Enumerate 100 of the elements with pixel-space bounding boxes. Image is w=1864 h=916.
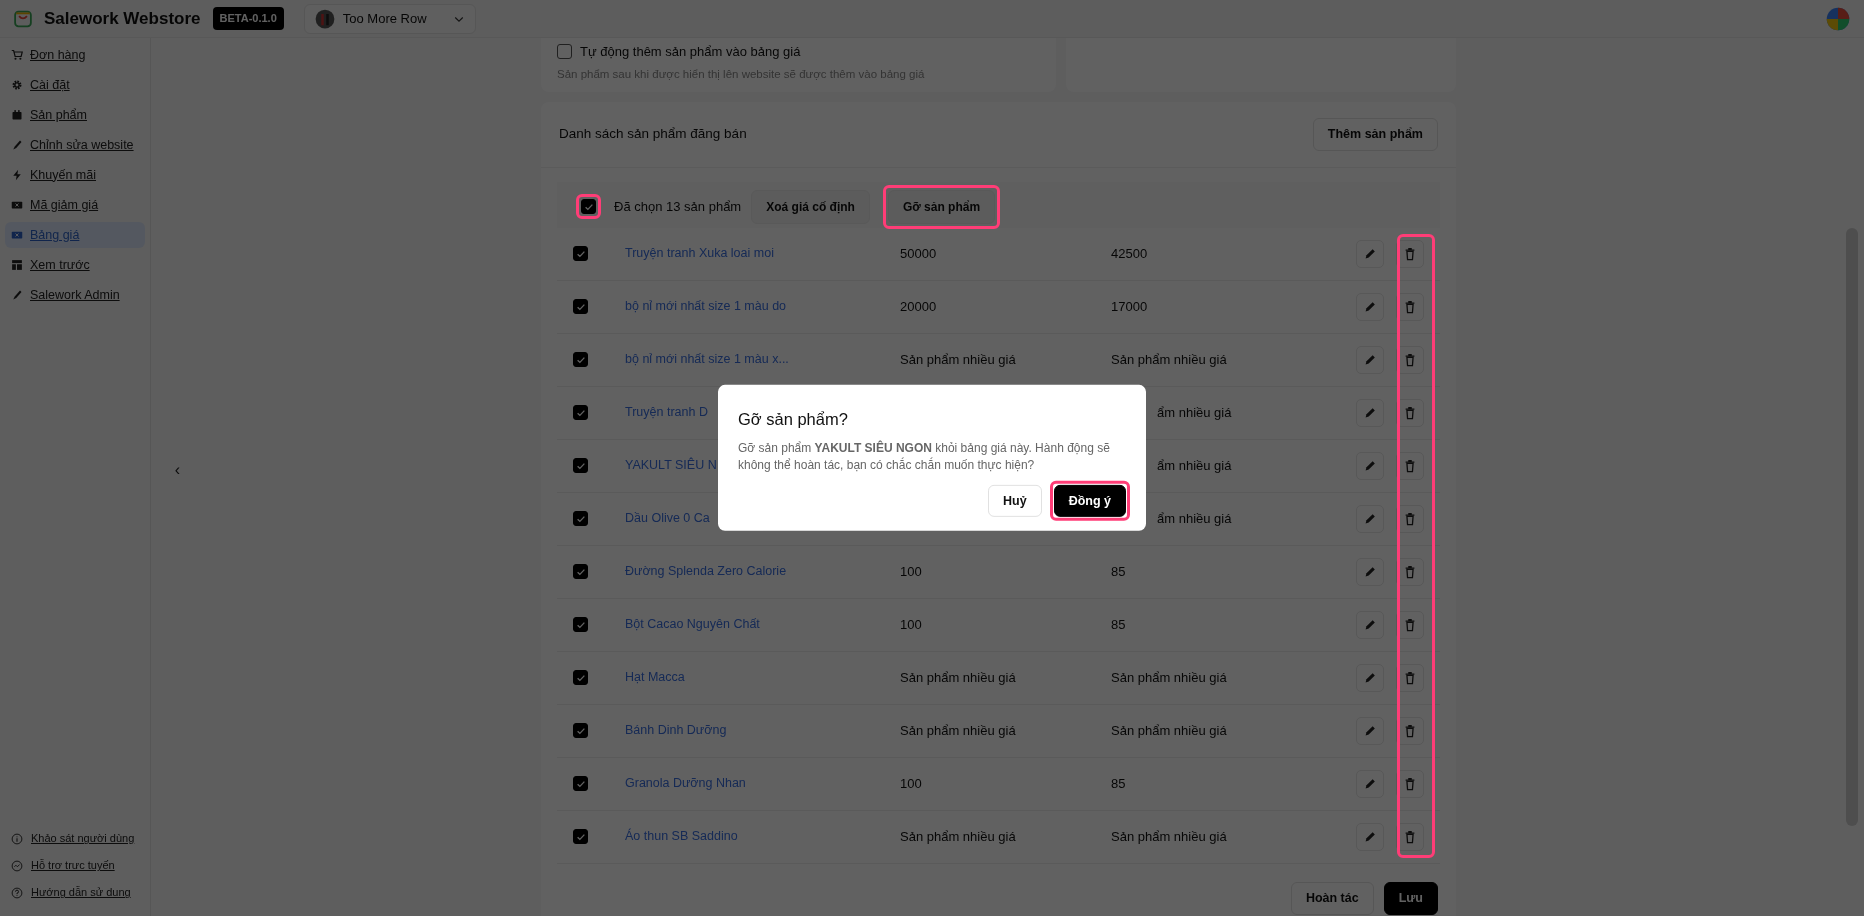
delete-button[interactable] — [1396, 557, 1424, 586]
checkbox[interactable] — [573, 776, 588, 792]
checkbox-label: Tự động thêm sản phẩm vào bảng giá — [580, 43, 801, 61]
product-link[interactable]: Bột Cacao Nguyên Chất — [625, 615, 760, 635]
trash-icon — [1403, 246, 1417, 261]
checkbox[interactable] — [573, 723, 588, 739]
store-avatar — [314, 8, 335, 29]
undo-button[interactable]: Hoàn tác — [1290, 881, 1374, 915]
version-badge: BETA-0.1.0 — [212, 7, 284, 30]
help-icon — [11, 886, 23, 899]
product-link[interactable]: Dầu Olive 0 Ca — [625, 509, 710, 529]
product-link[interactable]: Hạt Macca — [625, 668, 685, 688]
sidebar-item[interactable]: Chỉnh sửa website — [5, 132, 145, 158]
edit-button[interactable] — [1356, 239, 1384, 268]
info-icon — [11, 832, 23, 845]
store-selector[interactable]: Too More Row — [303, 3, 476, 34]
trash-icon — [1403, 511, 1417, 526]
calendar-icon — [11, 109, 23, 121]
bulk-action-button[interactable]: Xoá giá cố định — [751, 189, 870, 224]
trash-icon — [1403, 723, 1417, 738]
edit-button[interactable] — [1356, 769, 1384, 798]
delete-button[interactable] — [1396, 398, 1424, 427]
user-avatar[interactable] — [1826, 6, 1850, 31]
edit-button[interactable] — [1356, 345, 1384, 374]
lightning-icon — [11, 169, 23, 181]
bulk-action-button[interactable]: Gỡ sản phẩm — [887, 189, 996, 224]
table-cell-text: Sản phẩm nhiều giá — [900, 722, 1016, 740]
dialog-title: Gỡ sản phẩm? — [738, 408, 849, 430]
delete-button[interactable] — [1396, 239, 1424, 268]
dialog-message: Gỡ sản phẩm YAKULT SIÊU NGON khỏi bảng giá này. Hành động sẽ không thể hoàn tác, bạn có chắc chắn muốn thực hiện? — [738, 439, 1111, 474]
table-cell-text: Sản phẩm nhiều giá — [900, 351, 1016, 369]
checkbox[interactable] — [573, 352, 588, 368]
checkbox[interactable] — [573, 405, 588, 421]
trash-icon — [1403, 617, 1417, 632]
product-link[interactable]: bộ nỉ mới nhất size 1 màu x... — [625, 350, 789, 370]
product-link[interactable]: bộ nỉ mới nhất size 1 màu do — [625, 297, 787, 317]
checkbox[interactable] — [573, 670, 588, 686]
help-link[interactable]: Hướng dẫn sử dụng — [5, 879, 145, 906]
delete-button[interactable] — [1396, 716, 1424, 745]
table-cell-text: 85 — [1111, 563, 1126, 581]
table-cell-text: Sản phẩm nhiều giá — [900, 828, 1016, 846]
product-link[interactable]: Đường Splenda Zero Calorie — [625, 562, 787, 582]
checkbox[interactable] — [557, 44, 572, 60]
sidebar-item[interactable]: Sản phẩm — [5, 102, 145, 128]
product-link[interactable]: Truyện tranh Xuka loai moi — [625, 244, 774, 264]
checkbox[interactable] — [581, 199, 596, 215]
sidebar-item[interactable]: Xem trước — [5, 252, 145, 278]
table-cell-text: 100 — [900, 616, 922, 634]
product-link[interactable]: Bánh Dinh Dưỡng — [625, 721, 727, 741]
sidebar-item[interactable]: Khuyến mãi — [5, 162, 145, 188]
checkbox[interactable] — [573, 458, 588, 474]
delete-button[interactable] — [1396, 610, 1424, 639]
table-cell-text: Sản phẩm nhiều giá — [1111, 351, 1227, 369]
edit-button[interactable] — [1356, 716, 1384, 745]
trash-icon — [1403, 458, 1417, 473]
help-link[interactable]: Hỗ trợ trực tuyến — [5, 852, 145, 879]
edit-button[interactable] — [1356, 610, 1384, 639]
delete-button[interactable] — [1396, 451, 1424, 480]
edit-button[interactable] — [1356, 557, 1384, 586]
delete-button[interactable] — [1396, 769, 1424, 798]
confirm-button[interactable]: Đồng ý — [1053, 484, 1126, 518]
edit-button[interactable] — [1356, 398, 1384, 427]
delete-button[interactable] — [1396, 822, 1424, 851]
sidebar-item[interactable]: Bảng giá — [5, 222, 145, 248]
table-cell-text: 42500 — [1111, 245, 1148, 263]
edit-button[interactable] — [1356, 663, 1384, 692]
edit-button[interactable] — [1356, 822, 1384, 851]
sidebar-item[interactable]: Salework Admin — [5, 282, 145, 308]
product-link[interactable]: Truyện tranh D — [625, 403, 708, 423]
table-cell-text: 17000 — [1111, 298, 1148, 316]
sidebar-item[interactable]: Đơn hàng — [5, 42, 145, 68]
pencil-icon — [1363, 723, 1377, 738]
sidebar-item[interactable]: Cài đặt — [5, 72, 145, 98]
checkbox[interactable] — [573, 246, 588, 262]
checkbox[interactable] — [573, 299, 588, 315]
edit-button[interactable] — [1356, 451, 1384, 480]
delete-button[interactable] — [1396, 663, 1424, 692]
pencil-icon — [1363, 352, 1377, 367]
product-link[interactable]: YAKULT SIÊU N — [625, 456, 717, 476]
checkbox[interactable] — [573, 617, 588, 633]
selection-count: Đã chọn 13 sản phẩm — [614, 198, 742, 216]
edit-button[interactable] — [1356, 292, 1384, 321]
help-link[interactable]: Khảo sát người dùng — [5, 825, 145, 852]
product-link[interactable]: Áo thun SB Saddino — [625, 827, 738, 847]
delete-button[interactable] — [1396, 292, 1424, 321]
product-link[interactable]: Granola Dưỡng Nhan — [625, 774, 746, 794]
checkbox[interactable] — [573, 564, 588, 580]
cancel-button[interactable]: Huỷ — [988, 484, 1042, 518]
collapse-toggle[interactable]: ‹ — [174, 462, 180, 478]
save-button[interactable]: Lưu — [1383, 881, 1438, 915]
delete-button[interactable] — [1396, 504, 1424, 533]
edit-button[interactable] — [1356, 504, 1384, 533]
trash-icon — [1403, 829, 1417, 844]
add-product-button[interactable]: Thêm sản phẩm — [1312, 118, 1438, 151]
sidebar-item[interactable]: Mã giảm giá — [5, 192, 145, 218]
delete-button[interactable] — [1396, 345, 1424, 374]
table-cell-text: 85 — [1111, 616, 1126, 634]
pencil-icon — [1363, 829, 1377, 844]
checkbox[interactable] — [573, 829, 588, 845]
checkbox[interactable] — [573, 511, 588, 527]
